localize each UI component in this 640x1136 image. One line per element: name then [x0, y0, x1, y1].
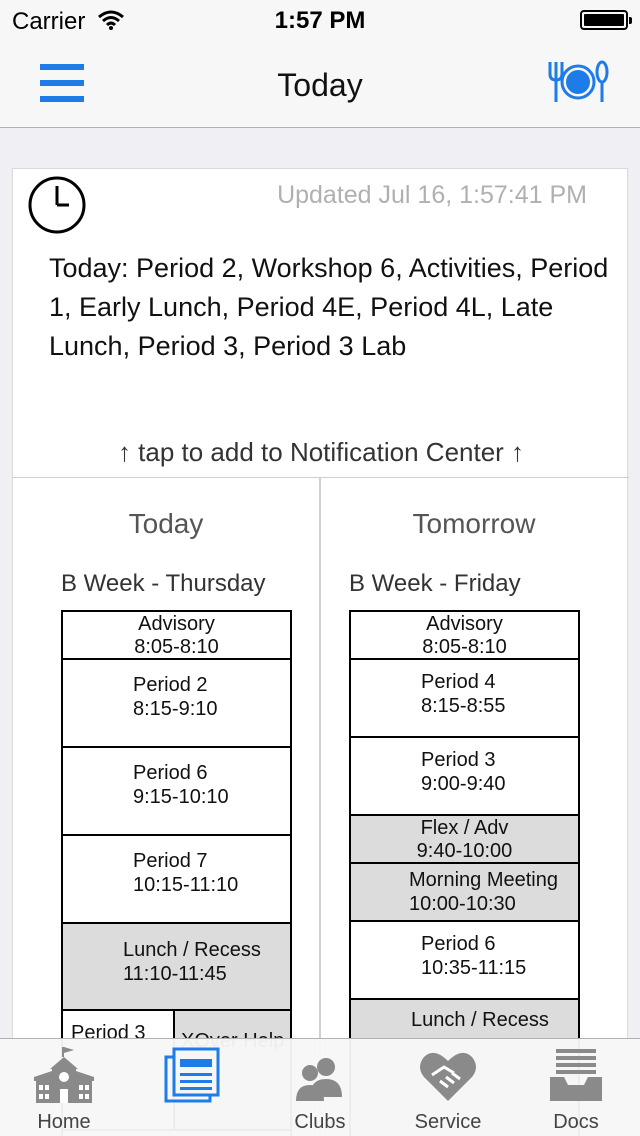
- block-time: 9:15-10:10: [133, 786, 229, 808]
- add-to-notification-center-button[interactable]: ↑ tap to add to Notification Center ↑: [13, 437, 629, 468]
- tab-bar: Home Clubs Service Docs: [0, 1038, 640, 1136]
- block-time: 11:10-11:45: [123, 963, 227, 985]
- tab-schedule[interactable]: [128, 1039, 256, 1136]
- tab-label: Home: [37, 1111, 91, 1133]
- app: Carrier 1:57 PM Today Updated Jul 16, 1:…: [0, 0, 640, 1136]
- block-name: Lunch / Recess: [123, 939, 261, 961]
- block-name: Lunch / Recess: [411, 1009, 549, 1031]
- tab-docs[interactable]: Docs: [512, 1039, 640, 1136]
- school-building-icon: [34, 1047, 94, 1103]
- tab-label: Service: [414, 1111, 482, 1133]
- block-time: 8:05-8:10: [134, 636, 219, 658]
- navigation-bar: Today: [0, 40, 640, 128]
- schedule-list-icon: [164, 1047, 220, 1103]
- block-name: Period 4: [421, 671, 496, 693]
- today-block-advisory[interactable]: Advisory 8:05-8:10: [63, 612, 290, 660]
- tomorrow-block-period-3[interactable]: Period 3 9:00-9:40: [351, 738, 578, 816]
- tomorrow-block-period-4[interactable]: Period 4 8:15-8:55: [351, 660, 578, 738]
- tomorrow-day-label: B Week - Friday: [349, 570, 521, 597]
- today-day-label: B Week - Thursday: [61, 570, 266, 597]
- tomorrow-column-heading: Tomorrow: [412, 508, 536, 539]
- block-name: Period 6: [421, 933, 496, 955]
- block-name: Advisory: [138, 613, 215, 635]
- block-name: Advisory: [426, 613, 503, 635]
- block-name: Period 3: [421, 749, 496, 771]
- page-title: Today: [277, 67, 363, 103]
- today-block-period-7[interactable]: Period 7 10:15-11:10: [63, 836, 290, 924]
- block-time: 8:05-8:10: [422, 636, 507, 658]
- clock-icon: [28, 176, 86, 234]
- today-block-lunch-recess[interactable]: Lunch / Recess 11:10-11:45: [63, 924, 290, 1011]
- block-time: 10:00-10:30: [409, 893, 516, 915]
- tomorrow-block-flex-adv[interactable]: Flex / Adv 9:40-10:00: [351, 816, 578, 864]
- heart-handshake-icon: [420, 1052, 476, 1101]
- block-name: Morning Meeting: [409, 869, 558, 891]
- schedule-card: Updated Jul 16, 1:57:41 PM Today: Period…: [12, 168, 629, 1136]
- block-time: 10:15-11:10: [133, 874, 239, 896]
- block-time: 8:15-9:10: [133, 698, 218, 720]
- battery-icon: [580, 10, 632, 30]
- today-block-period-6[interactable]: Period 6 9:15-10:10: [63, 748, 290, 836]
- block-name: Period 6: [133, 762, 208, 784]
- tab-home[interactable]: Home: [0, 1039, 128, 1136]
- block-time: 10:35-11:15: [421, 957, 527, 979]
- tomorrow-block-advisory[interactable]: Advisory 8:05-8:10: [351, 612, 578, 660]
- block-time: 9:00-9:40: [421, 773, 506, 795]
- block-name: Flex / Adv: [420, 817, 509, 839]
- block-name: Period 2: [133, 674, 208, 696]
- tab-service[interactable]: Service: [384, 1039, 512, 1136]
- document-tray-icon: [550, 1049, 602, 1101]
- people-icon: [296, 1058, 342, 1101]
- today-block-period-2[interactable]: Period 2 8:15-9:10: [63, 660, 290, 748]
- today-summary: Today: Period 2, Workshop 6, Activities,…: [49, 253, 609, 361]
- tab-label: Clubs: [294, 1111, 346, 1133]
- status-time: 1:57 PM: [274, 7, 366, 34]
- block-time: 9:40-10:00: [416, 840, 513, 862]
- lunch-menu-icon[interactable]: [546, 60, 610, 104]
- updated-timestamp: Updated Jul 16, 1:57:41 PM: [277, 181, 587, 209]
- status-bar: Carrier 1:57 PM: [0, 0, 640, 40]
- today-column-heading: Today: [128, 508, 204, 539]
- block-time: 8:15-8:55: [421, 695, 506, 717]
- tab-clubs[interactable]: Clubs: [256, 1039, 384, 1136]
- tomorrow-block-morning-meeting[interactable]: Morning Meeting 10:00-10:30: [351, 864, 578, 922]
- block-name: Period 7: [133, 850, 208, 872]
- tab-label: Docs: [553, 1111, 599, 1133]
- tomorrow-block-period-6[interactable]: Period 6 10:35-11:15: [351, 922, 578, 1000]
